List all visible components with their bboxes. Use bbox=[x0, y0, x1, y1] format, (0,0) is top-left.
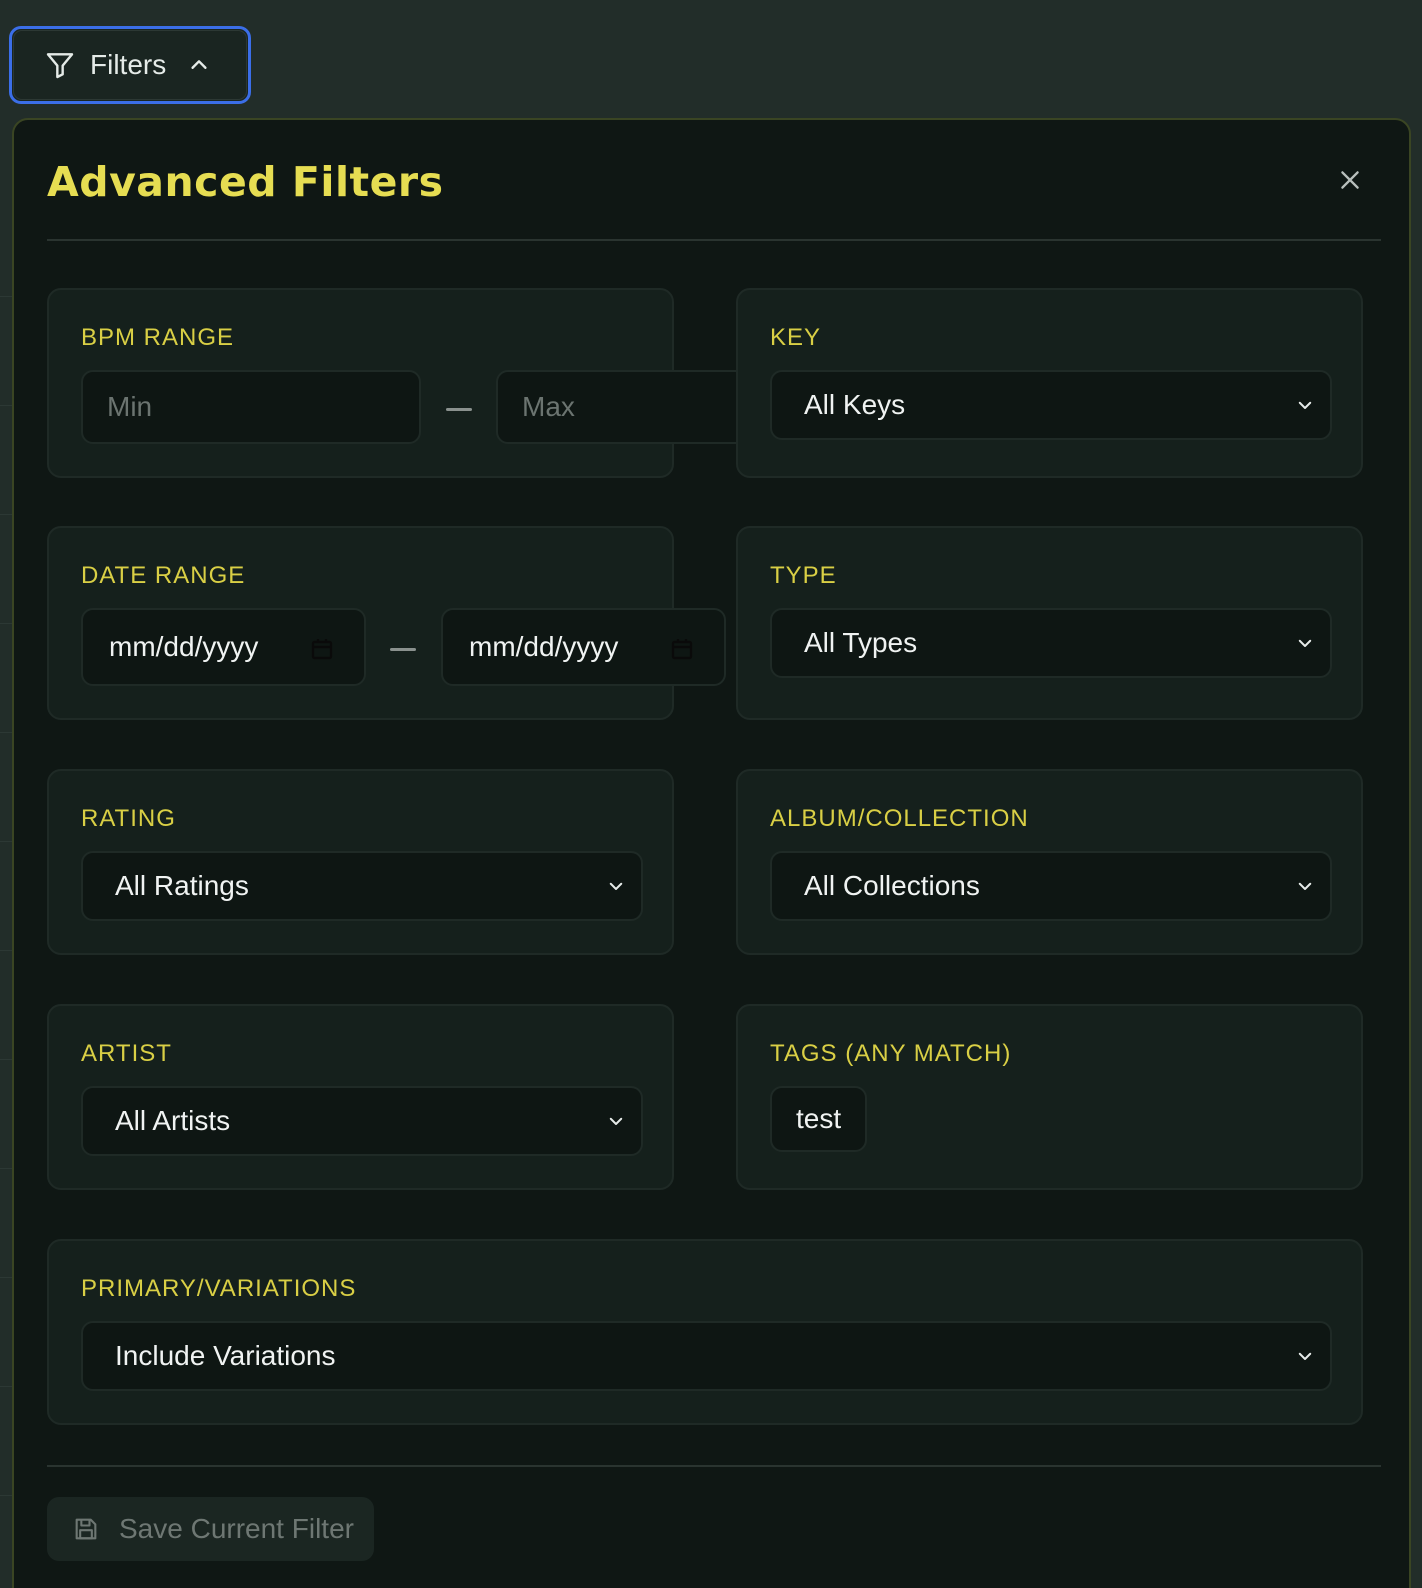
artist-card: ARTIST All Artists bbox=[47, 1004, 674, 1190]
page: Filters Advanced Filters BPM RANGE Min M… bbox=[0, 0, 1422, 1588]
chevron-down-icon bbox=[1294, 1345, 1316, 1367]
save-icon bbox=[71, 1514, 101, 1544]
filters-toggle-button[interactable]: Filters bbox=[9, 26, 251, 104]
album-collection-select[interactable]: All Collections bbox=[770, 851, 1332, 921]
filters-toggle-label: Filters bbox=[90, 49, 167, 80]
key-select[interactable]: All Keys bbox=[770, 370, 1332, 440]
rating-card: RATING All Ratings bbox=[47, 769, 674, 955]
background-divider bbox=[0, 514, 12, 515]
close-icon[interactable] bbox=[1333, 163, 1367, 197]
background-divider bbox=[0, 296, 12, 297]
date-to-input[interactable]: mm/dd/yyyy bbox=[441, 608, 726, 686]
type-label: TYPE bbox=[770, 562, 837, 589]
album-collection-select-value: All Collections bbox=[804, 870, 980, 901]
calendar-icon[interactable] bbox=[310, 636, 334, 660]
bpm-min-input[interactable] bbox=[81, 370, 421, 444]
key-label: KEY bbox=[770, 324, 822, 351]
calendar-icon[interactable] bbox=[670, 636, 694, 660]
chevron-up-icon bbox=[186, 52, 212, 78]
chevron-down-icon bbox=[605, 1110, 627, 1132]
header-divider bbox=[47, 239, 1381, 241]
bpm-range-card: BPM RANGE bbox=[47, 288, 836, 478]
background-divider bbox=[0, 1495, 12, 1496]
range-separator bbox=[390, 648, 416, 651]
filter-icon bbox=[44, 49, 76, 81]
tags-card: TAGS (ANY MATCH) test bbox=[736, 1004, 1363, 1190]
primary-variations-select-value: Include Variations bbox=[115, 1340, 336, 1371]
background-divider bbox=[0, 405, 12, 406]
range-separator bbox=[446, 408, 472, 411]
rating-label: RATING bbox=[81, 805, 176, 832]
chevron-down-icon bbox=[1294, 394, 1316, 416]
artist-label: ARTIST bbox=[81, 1040, 172, 1067]
primary-variations-select[interactable]: Include Variations bbox=[81, 1321, 1332, 1391]
bpm-range-label: BPM RANGE bbox=[81, 324, 235, 351]
type-select-value: All Types bbox=[804, 627, 918, 658]
background-divider bbox=[0, 732, 12, 733]
chevron-down-icon bbox=[1294, 875, 1316, 897]
background-divider bbox=[0, 950, 12, 951]
artist-select-value: All Artists bbox=[115, 1105, 231, 1136]
primary-variations-card: PRIMARY/VARIATIONS Include Variations bbox=[47, 1239, 1363, 1425]
background-divider bbox=[0, 623, 12, 624]
rating-select-value: All Ratings bbox=[115, 870, 249, 901]
key-card: KEY All Keys bbox=[736, 288, 1363, 478]
album-collection-card: ALBUM/COLLECTION All Collections bbox=[736, 769, 1363, 955]
background-divider bbox=[0, 841, 12, 842]
tags-label: TAGS (ANY MATCH) bbox=[770, 1040, 1012, 1067]
date-to-value: mm/dd/yyyy bbox=[469, 631, 619, 662]
date-from-value: mm/dd/yyyy bbox=[109, 631, 259, 662]
bpm-min-field[interactable] bbox=[107, 391, 419, 423]
background-divider bbox=[0, 1386, 12, 1387]
date-range-card: DATE RANGE mm/dd/yyyy mm/dd/yyyy bbox=[47, 526, 726, 720]
primary-variations-label: PRIMARY/VARIATIONS bbox=[81, 1275, 357, 1302]
chevron-down-icon bbox=[1294, 632, 1316, 654]
background-divider bbox=[0, 1168, 12, 1169]
panel-title: Advanced Filters bbox=[47, 158, 444, 206]
album-collection-label: ALBUM/COLLECTION bbox=[770, 805, 1029, 832]
key-select-value: All Keys bbox=[804, 389, 906, 420]
save-filter-button[interactable]: Save Current Filter bbox=[47, 1497, 374, 1561]
advanced-filters-panel: Advanced Filters BPM RANGE KEY All Keys bbox=[12, 118, 1411, 1588]
background-divider bbox=[0, 1277, 12, 1278]
type-card: TYPE All Types bbox=[736, 526, 1363, 720]
tag-chip[interactable]: test bbox=[770, 1086, 868, 1152]
type-select[interactable]: All Types bbox=[770, 608, 1332, 678]
date-from-input[interactable]: mm/dd/yyyy bbox=[81, 608, 366, 686]
rating-select[interactable]: All Ratings bbox=[81, 851, 643, 921]
artist-select[interactable]: All Artists bbox=[81, 1086, 643, 1156]
date-range-label: DATE RANGE bbox=[81, 562, 246, 589]
footer-divider bbox=[47, 1465, 1381, 1467]
chevron-down-icon bbox=[605, 875, 627, 897]
background-divider bbox=[0, 1059, 12, 1060]
save-filter-label: Save Current Filter bbox=[119, 1513, 354, 1544]
